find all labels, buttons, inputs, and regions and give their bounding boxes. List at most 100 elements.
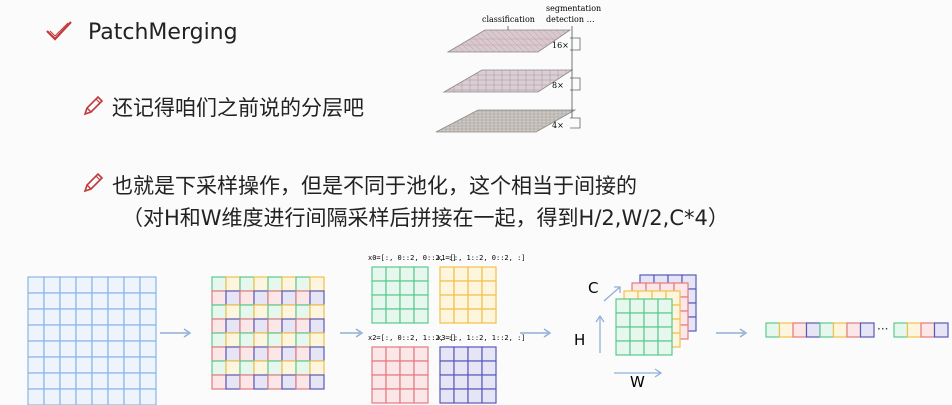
grid-cell: [123, 308, 141, 326]
grid-cell: [253, 304, 269, 320]
grid-cell: [91, 276, 109, 294]
grid-cell: [123, 340, 141, 358]
grid-cell: [657, 312, 673, 328]
pencil-icon: [83, 172, 104, 193]
grid-cell: [413, 374, 429, 390]
grid-cell: [267, 360, 283, 376]
grid-cell: [107, 276, 125, 294]
grid-cell: [309, 276, 325, 292]
grid-cell: [629, 340, 645, 356]
grid-cell: [59, 276, 77, 294]
label-segmentation: segmentation: [546, 4, 601, 13]
arrow-2: [340, 328, 364, 338]
grid-cell: [267, 374, 283, 390]
sequence-token: [893, 322, 909, 338]
grid-cell: [75, 308, 93, 326]
grid-cell: [657, 326, 673, 342]
grid-cell: [107, 324, 125, 342]
grid-cell: [267, 304, 283, 320]
sequence-token: [819, 322, 835, 338]
grid-cell: [59, 324, 77, 342]
grid-cell: [281, 276, 297, 292]
grid-cell: [371, 280, 387, 296]
heading: PatchMerging: [88, 20, 238, 45]
grid-cell: [239, 304, 255, 320]
grid-cell: [239, 360, 255, 376]
grid-cell: [75, 372, 93, 390]
grid-cell: [43, 308, 61, 326]
grid-cell: [253, 332, 269, 348]
grid-cell: [43, 340, 61, 358]
grid-cell: [295, 276, 311, 292]
grid-cell: [91, 292, 109, 310]
grid-cell: [281, 290, 297, 306]
grid-cell: [107, 308, 125, 326]
grid-cell: [59, 372, 77, 390]
grid-cell: [123, 292, 141, 310]
grid-cell: [467, 346, 483, 362]
grid-cell: [253, 276, 269, 292]
grid-cell: [309, 318, 325, 334]
grid-cell: [43, 276, 61, 294]
grid-cell: [43, 372, 61, 390]
grid-cell: [75, 292, 93, 310]
stacked-channel-3: [615, 298, 673, 356]
grid-cell: [371, 308, 387, 324]
grid-cell: [481, 294, 497, 310]
grid-cell: [211, 304, 227, 320]
sequence-token: [920, 322, 936, 338]
grid-cell: [385, 266, 401, 282]
grid-cell: [139, 372, 157, 390]
interleaved-sampling-map: [211, 276, 325, 390]
slice-x1: [439, 266, 497, 324]
sequence-ellipsis: ···: [877, 322, 888, 336]
grid-cell: [107, 292, 125, 310]
grid-cell: [295, 332, 311, 348]
grid-cell: [309, 290, 325, 306]
grid-cell: [439, 308, 455, 324]
scale-8x: 8×: [552, 81, 564, 90]
grid-cell: [309, 346, 325, 362]
grid-cell: [371, 266, 387, 282]
grid-cell: [91, 340, 109, 358]
grid-cell: [107, 372, 125, 390]
grid-cell: [399, 294, 415, 310]
grid-cell: [43, 324, 61, 342]
grid-cell: [399, 374, 415, 390]
grid-cell: [467, 388, 483, 404]
grid-cell: [267, 332, 283, 348]
grid-cell: [211, 360, 227, 376]
grid-cell: [399, 266, 415, 282]
grid-cell: [225, 290, 241, 306]
arrow-4: [716, 328, 748, 338]
grid-cell: [211, 332, 227, 348]
bullet-text-hierarchy: 还记得咱们之前说的分层吧: [112, 96, 364, 120]
grid-cell: [239, 276, 255, 292]
grid-cell: [439, 360, 455, 376]
grid-cell: [59, 340, 77, 358]
grid-cell: [385, 308, 401, 324]
grid-cell: [371, 346, 387, 362]
grid-cell: [239, 374, 255, 390]
grid-cell: [139, 292, 157, 310]
grid-cell: [481, 280, 497, 296]
grid-cell: [75, 388, 93, 405]
grid-cell: [615, 312, 631, 328]
sequence-token: [765, 322, 781, 338]
grid-cell: [281, 304, 297, 320]
grid-cell: [75, 356, 93, 374]
grid-cell: [385, 360, 401, 376]
grid-cell: [239, 346, 255, 362]
grid-cell: [629, 326, 645, 342]
grid-cell: [309, 360, 325, 376]
grid-cell: [123, 372, 141, 390]
sequence-token: [846, 322, 862, 338]
grid-cell: [91, 308, 109, 326]
grid-cell: [27, 388, 45, 405]
grid-cell: [467, 280, 483, 296]
grid-cell: [385, 294, 401, 310]
grid-cell: [467, 308, 483, 324]
grid-cell: [309, 304, 325, 320]
grid-cell: [225, 318, 241, 334]
grid-cell: [399, 346, 415, 362]
